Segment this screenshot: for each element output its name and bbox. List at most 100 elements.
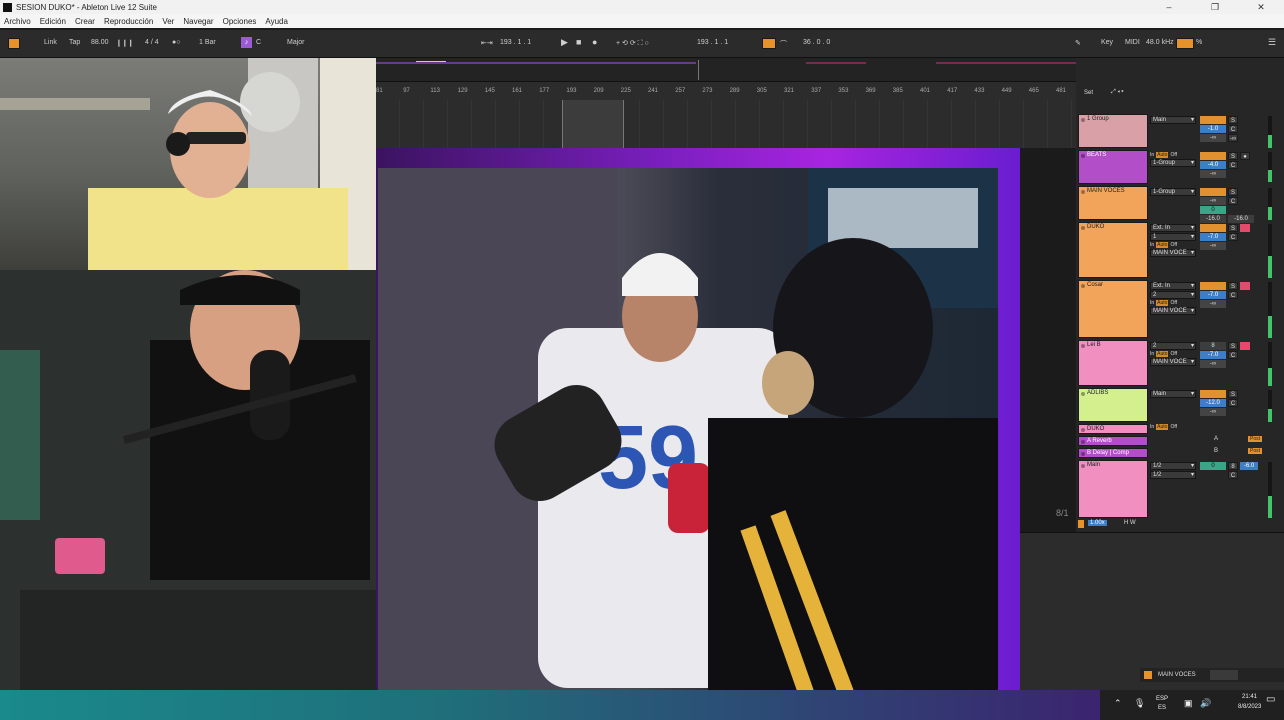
expand-icon[interactable]: ⤢ ◂ ▸ bbox=[1111, 89, 1124, 96]
arrangement-overview[interactable] bbox=[376, 58, 1076, 82]
input-channel-select[interactable]: 1 bbox=[1150, 233, 1196, 241]
pan-knob[interactable]: C bbox=[1228, 233, 1238, 241]
auto-button[interactable]: Auto bbox=[1156, 300, 1169, 306]
input-type-select[interactable]: Ext. In bbox=[1150, 224, 1196, 232]
key-root-select[interactable]: C bbox=[256, 39, 261, 46]
overdub-icon[interactable]: + ⟲ ⟳ ⛶ ○ bbox=[616, 39, 649, 48]
browser-toggle-icon[interactable] bbox=[8, 38, 20, 49]
pan-knob[interactable]: C bbox=[1228, 351, 1238, 359]
menu-edit[interactable]: Edición bbox=[40, 17, 66, 26]
volume-field[interactable] bbox=[1200, 390, 1226, 398]
solo-button[interactable]: S bbox=[1228, 188, 1238, 196]
off-button[interactable]: Off bbox=[1170, 424, 1177, 430]
send-field[interactable]: -∞ bbox=[1200, 408, 1226, 416]
post-button[interactable]: Post bbox=[1248, 448, 1263, 454]
solo-button[interactable]: S bbox=[1228, 152, 1238, 160]
key-map-button[interactable]: Key bbox=[1101, 39, 1113, 46]
nudge-icon[interactable]: ❙❙❙ bbox=[116, 39, 134, 47]
arm-button[interactable]: ● bbox=[1240, 152, 1250, 160]
loop-start-field[interactable]: 193 . 1 . 1 bbox=[697, 39, 728, 46]
quantize-select[interactable]: 1 Bar bbox=[199, 39, 216, 46]
menu-options[interactable]: Opciones bbox=[223, 17, 257, 26]
arm-button[interactable] bbox=[1240, 282, 1250, 290]
scale-select[interactable]: Major bbox=[287, 39, 305, 46]
arm-button[interactable] bbox=[1240, 342, 1250, 350]
pan-knob[interactable]: C bbox=[1228, 399, 1238, 407]
volume-field[interactable]: 0 bbox=[1200, 206, 1226, 214]
input-channel-select[interactable]: 2 bbox=[1150, 342, 1196, 350]
track-header-adlibs[interactable]: ADLIBS bbox=[1078, 388, 1148, 422]
clock-time[interactable]: 21:41 bbox=[1242, 694, 1257, 700]
zoom-icon[interactable] bbox=[1078, 520, 1084, 528]
input-type-select[interactable]: Ext. In bbox=[1150, 282, 1196, 290]
link-button[interactable]: Link bbox=[44, 39, 57, 46]
off-button[interactable]: Off bbox=[1170, 351, 1177, 357]
auto-button[interactable]: Auto bbox=[1156, 242, 1169, 248]
cue-volume-field[interactable]: -6.0 bbox=[1240, 462, 1258, 470]
off-button[interactable]: Off bbox=[1170, 152, 1177, 158]
time-selection[interactable] bbox=[562, 100, 624, 148]
input-channel-select[interactable]: 2 bbox=[1150, 291, 1196, 299]
solo-button[interactable]: S bbox=[1228, 342, 1238, 350]
post-button[interactable]: Post bbox=[1248, 436, 1263, 442]
pan-knob[interactable]: C bbox=[1228, 125, 1238, 133]
midi-map-button[interactable]: MIDI bbox=[1125, 39, 1140, 46]
send-field[interactable]: -∞ bbox=[1228, 134, 1238, 142]
record-button[interactable]: ● bbox=[592, 37, 597, 47]
send-field[interactable]: -∞ bbox=[1200, 170, 1226, 178]
metronome-icon[interactable]: ●○ bbox=[172, 39, 180, 46]
volume-field[interactable]: -7.0 bbox=[1200, 351, 1226, 359]
track-header-cosar[interactable]: Cosar bbox=[1078, 280, 1148, 338]
follow-icon[interactable]: ⇤⇥ bbox=[481, 39, 493, 47]
volume-field[interactable]: -4.0 bbox=[1200, 161, 1226, 169]
menu-icon[interactable]: ☰ bbox=[1268, 37, 1276, 48]
volume-field[interactable]: -12.0 bbox=[1200, 399, 1226, 407]
stop-button[interactable]: ■ bbox=[576, 37, 581, 47]
loop-toggle-icon[interactable] bbox=[762, 38, 776, 49]
solo-button[interactable]: S bbox=[1228, 282, 1238, 290]
pan-knob[interactable]: C bbox=[1228, 471, 1238, 479]
volume-icon[interactable]: 🔊 bbox=[1200, 698, 1211, 709]
tray-chevron-icon[interactable]: ⌃ bbox=[1114, 698, 1122, 709]
draw-mode-icon[interactable]: ✎ bbox=[1075, 39, 1081, 47]
off-button[interactable]: Off bbox=[1170, 300, 1177, 306]
volume-field[interactable] bbox=[1200, 282, 1226, 290]
menu-view[interactable]: Ver bbox=[162, 17, 174, 26]
master-track[interactable]: Main bbox=[1078, 460, 1148, 518]
tap-button[interactable]: Tap bbox=[69, 39, 80, 46]
arrangement-view[interactable]: 81 97 113 129 145 161 177 193 209 225 241 257 273 289… bbox=[376, 58, 1076, 148]
auto-button[interactable]: Auto bbox=[1156, 424, 1169, 430]
track-header-main-voces[interactable]: MAIN VOCES bbox=[1078, 186, 1148, 220]
tempo-field[interactable]: 88.00 bbox=[91, 39, 109, 46]
arm-button[interactable] bbox=[1240, 224, 1250, 232]
clock-date[interactable]: 8/8/2023 bbox=[1238, 704, 1261, 710]
volume-field[interactable] bbox=[1200, 224, 1226, 232]
minimize-button[interactable]: – bbox=[1146, 2, 1192, 12]
volume-field[interactable]: 8 bbox=[1200, 342, 1226, 350]
close-button[interactable]: ✕ bbox=[1238, 2, 1284, 13]
language-label[interactable]: ESP bbox=[1156, 696, 1168, 702]
volume-field[interactable]: -7.0 bbox=[1200, 291, 1226, 299]
return-track-reverb[interactable]: A Reverb bbox=[1078, 436, 1148, 446]
send-field[interactable]: -∞ bbox=[1200, 360, 1226, 368]
pan-knob[interactable]: C bbox=[1228, 291, 1238, 299]
output-select[interactable]: Main bbox=[1150, 390, 1196, 398]
hw-toggle[interactable]: H W bbox=[1124, 520, 1136, 526]
auto-button[interactable]: Auto bbox=[1156, 351, 1169, 357]
menu-help[interactable]: Ayuda bbox=[265, 17, 288, 26]
track-header-duko[interactable]: DUKO bbox=[1078, 222, 1148, 278]
notification-icon[interactable]: ▭ bbox=[1266, 694, 1275, 705]
network-icon[interactable]: ▣ bbox=[1184, 698, 1193, 709]
pan-knob[interactable]: C bbox=[1228, 161, 1238, 169]
maximize-button[interactable]: ❐ bbox=[1192, 2, 1238, 13]
beat-ruler[interactable]: 81 97 113 129 145 161 177 193 209 225 241 257 273 289… bbox=[376, 88, 1076, 98]
punch-icon[interactable]: ⌒ bbox=[780, 39, 787, 49]
volume-field[interactable] bbox=[1200, 188, 1226, 196]
pan-knob[interactable]: C bbox=[1228, 197, 1238, 205]
volume-field[interactable]: 0 bbox=[1200, 462, 1226, 470]
track-lanes[interactable] bbox=[376, 100, 1076, 148]
send-field[interactable]: -∞ bbox=[1200, 197, 1226, 205]
output-select[interactable]: MAIN VOCE bbox=[1150, 307, 1196, 315]
scale-mode-icon[interactable]: ♪ bbox=[241, 37, 252, 48]
volume-field[interactable]: -1.0 bbox=[1200, 125, 1226, 133]
